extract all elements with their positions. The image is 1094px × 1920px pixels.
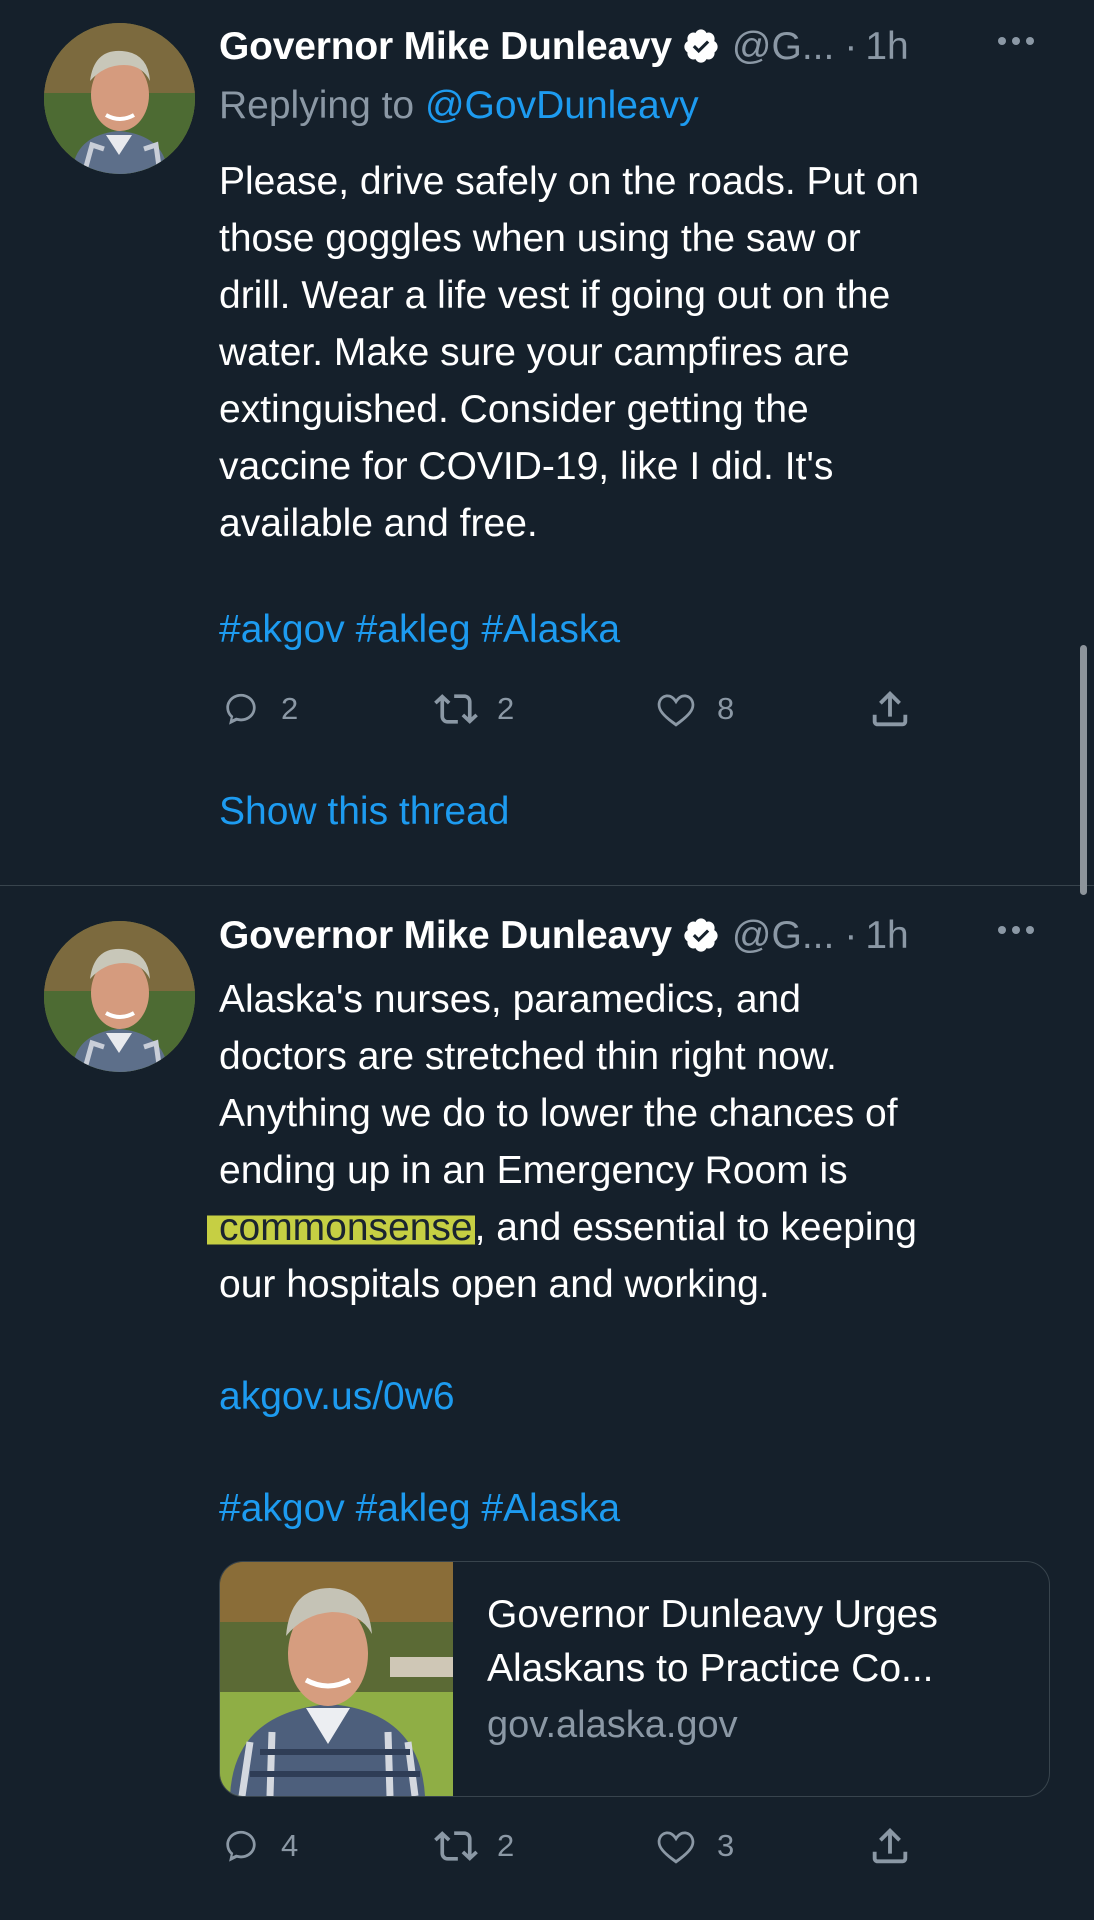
tweet-text-line: ending up in an Emergency Room is xyxy=(219,1149,848,1192)
tweet-text-line: commonsense, and essential to keeping xyxy=(207,1199,1059,1256)
tweet-text-fragment: , and essential to keeping xyxy=(474,1206,917,1249)
author-handle[interactable]: @G... xyxy=(732,916,834,955)
card-thumbnail xyxy=(220,1562,453,1796)
tweet-link[interactable]: akgov.us/0w6 xyxy=(219,1375,455,1419)
like-count: 3 xyxy=(717,1828,735,1863)
tweet-actions: 4 2 3 xyxy=(219,1821,979,1871)
retweet-button[interactable]: 2 xyxy=(433,684,514,734)
separator-dot: · xyxy=(844,24,858,68)
replying-to-prefix: Replying to xyxy=(219,84,415,127)
separator-dot: · xyxy=(844,913,858,957)
retweet-icon xyxy=(434,694,478,724)
hashtags[interactable]: #akgov #akleg #Alaska xyxy=(219,608,620,652)
retweet-icon xyxy=(434,1831,478,1861)
author-display-name[interactable]: Governor Mike Dunleavy xyxy=(219,27,672,66)
verified-badge-icon xyxy=(684,29,718,63)
tweet-text-line: Anything we do to lower the chances of xyxy=(219,1092,898,1135)
like-icon xyxy=(657,1831,695,1864)
like-button[interactable]: 8 xyxy=(653,684,734,734)
like-button[interactable]: 3 xyxy=(653,1821,734,1871)
tweet-timestamp[interactable]: 1h xyxy=(865,916,908,955)
avatar[interactable] xyxy=(44,23,195,174)
like-icon xyxy=(657,694,695,727)
tweet-1[interactable]: Governor Mike Dunleavy @G... · 1h Replyi… xyxy=(0,0,1094,885)
link-preview-card[interactable]: Governor Dunleavy Urges Alaskans to Prac… xyxy=(219,1561,1050,1797)
hashtags[interactable]: #akgov #akleg #Alaska xyxy=(219,1487,620,1531)
replying-to-mention[interactable]: @GovDunleavy xyxy=(425,84,699,127)
retweet-count: 2 xyxy=(497,691,515,726)
like-count: 8 xyxy=(717,691,735,726)
reply-button[interactable]: 2 xyxy=(219,684,298,734)
share-icon xyxy=(872,690,908,727)
show-thread-link[interactable]: Show this thread xyxy=(219,790,510,834)
retweet-button[interactable]: 2 xyxy=(433,1821,514,1871)
tweet-2[interactable]: Governor Mike Dunleavy @G... · 1h Alaska… xyxy=(0,886,1094,1920)
more-options-icon[interactable] xyxy=(991,24,1041,58)
reply-count: 2 xyxy=(281,691,299,726)
retweet-count: 2 xyxy=(497,1828,515,1863)
verified-badge-icon xyxy=(684,918,718,952)
more-options-icon[interactable] xyxy=(991,913,1041,947)
reply-icon xyxy=(226,693,256,725)
reply-icon xyxy=(226,1830,256,1862)
tweet-text-line: Alaska's nurses, paramedics, and xyxy=(219,978,801,1021)
share-button[interactable] xyxy=(867,1821,913,1871)
tweet-text-line: doctors are stretched thin right now. xyxy=(219,1035,837,1078)
reply-count: 4 xyxy=(281,1828,299,1863)
tweet-text: Alaska's nurses, paramedics, and doctors… xyxy=(207,971,1059,1313)
tweet-actions: 2 2 8 xyxy=(219,684,979,734)
card-domain: gov.alaska.gov xyxy=(487,1704,738,1746)
card-text: Governor Dunleavy Urges Alaskans to Prac… xyxy=(487,1588,1027,1747)
avatar[interactable] xyxy=(44,921,195,1072)
reply-button[interactable]: 4 xyxy=(219,1821,298,1871)
author-display-name[interactable]: Governor Mike Dunleavy xyxy=(219,916,672,955)
highlighted-word: commonsense xyxy=(207,1206,475,1249)
replying-to: Replying to @GovDunleavy xyxy=(219,84,699,128)
tweet-timestamp[interactable]: 1h xyxy=(865,27,908,66)
share-button[interactable] xyxy=(867,684,913,734)
share-icon xyxy=(872,1827,908,1864)
tweet-text: Please, drive safely on the roads. Put o… xyxy=(219,160,920,545)
author-handle[interactable]: @G... xyxy=(732,27,834,66)
tweet-text-line: our hospitals open and working. xyxy=(219,1263,770,1306)
scrollbar[interactable] xyxy=(1080,645,1087,895)
card-title: Governor Dunleavy Urges Alaskans to Prac… xyxy=(487,1593,938,1690)
